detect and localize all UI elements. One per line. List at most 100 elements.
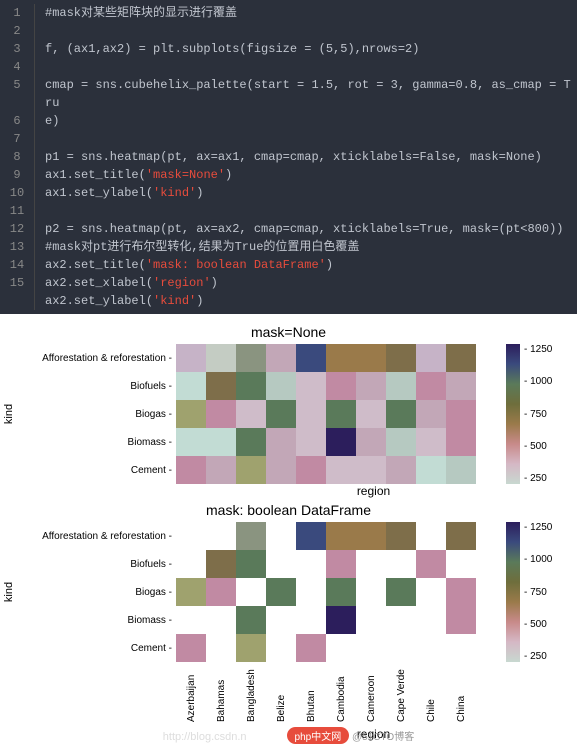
heatmap-cell [296, 550, 326, 578]
heatmap-cell [386, 522, 416, 550]
code-text [35, 202, 577, 220]
line-number: 14 [0, 256, 35, 274]
heatmap-cell [296, 428, 326, 456]
heatmap-cell [386, 606, 416, 634]
watermark-url: http://blog.csdn.n [163, 731, 247, 743]
heatmap-cell [356, 400, 386, 428]
heatmap-cell [236, 400, 266, 428]
code-text: ax1.set_title('mask=None') [35, 166, 577, 184]
heatmap-cell [446, 456, 476, 484]
heatmap-cell [176, 578, 206, 606]
heatmap-cell [416, 634, 446, 662]
heatmap-cell [326, 634, 356, 662]
heatmap-cell [236, 372, 266, 400]
colorbar-tick: - 1000 [524, 554, 552, 565]
heatmap-cell [266, 550, 296, 578]
heatmap-cell [356, 456, 386, 484]
colorbar-tick: - 1250 [524, 522, 552, 533]
heatmap-grid [176, 344, 476, 484]
chart-title: mask=None [2, 320, 575, 344]
heatmap-cell [266, 634, 296, 662]
colorbar-tick: - 500 [524, 441, 552, 452]
colorbar-tick: - 1250 [524, 344, 552, 355]
colorbar-tick: - 250 [524, 651, 552, 662]
heatmap-cell [446, 400, 476, 428]
heatmap-cell [296, 634, 326, 662]
heatmap-cell [206, 344, 236, 372]
code-text: e) [35, 112, 577, 130]
heatmap-cell [176, 428, 206, 456]
heatmap-cell [296, 522, 326, 550]
line-number: 9 [0, 166, 35, 184]
code-text [35, 22, 577, 40]
code-line: 10ax1.set_ylabel('kind') [0, 184, 577, 202]
heatmap-cell [266, 400, 296, 428]
x-axis-label: region [172, 484, 575, 498]
colorbar-tick: - 500 [524, 619, 552, 630]
line-number: 11 [0, 202, 35, 220]
heatmap-cell [446, 522, 476, 550]
heatmap-cell [416, 428, 446, 456]
chart-title: mask: boolean DataFrame [2, 498, 575, 522]
heatmap-cell [386, 634, 416, 662]
heatmap-cell [416, 522, 446, 550]
heatmap-cell [386, 456, 416, 484]
heatmap-cell [326, 400, 356, 428]
heatmap-cell [386, 578, 416, 606]
code-text: cmap = sns.cubehelix_palette(start = 1.5… [35, 76, 577, 112]
heatmap-cell [266, 522, 296, 550]
code-text: ax1.set_ylabel('kind') [35, 184, 577, 202]
heatmap-cell [446, 344, 476, 372]
code-line: 8p1 = sns.heatmap(pt, ax=ax1, cmap=cmap,… [0, 148, 577, 166]
heatmap-cell [206, 428, 236, 456]
code-text [35, 58, 577, 76]
line-number: 13 [0, 238, 35, 256]
code-text: #mask对某些矩阵块的显示进行覆盖 [35, 4, 577, 22]
heatmap-cell [446, 606, 476, 634]
heatmap-cell [446, 428, 476, 456]
heatmap-cell [206, 634, 236, 662]
heatmap-cell [236, 344, 266, 372]
line-number: 1 [0, 4, 35, 22]
heatmap-cell [416, 456, 446, 484]
code-line: 5cmap = sns.cubehelix_palette(start = 1.… [0, 76, 577, 112]
code-block: 1#mask对某些矩阵块的显示进行覆盖23f, (ax1,ax2) = plt.… [0, 0, 577, 314]
heatmap-cell [326, 522, 356, 550]
heatmap-cell [356, 522, 386, 550]
heatmap-grid [176, 522, 476, 662]
line-number: 3 [0, 40, 35, 58]
line-number: 8 [0, 148, 35, 166]
heatmap-cell [236, 550, 266, 578]
y-tick: Biogas - [17, 409, 172, 420]
heatmap-cell [386, 400, 416, 428]
colorbar-tick: - 1000 [524, 376, 552, 387]
line-number: 5 [0, 76, 35, 112]
heatmap-cell [266, 606, 296, 634]
code-text: p1 = sns.heatmap(pt, ax=ax1, cmap=cmap, … [35, 148, 577, 166]
heatmap-cell [356, 606, 386, 634]
heatmap-cell [416, 578, 446, 606]
heatmap-cell [326, 550, 356, 578]
heatmap-cell [446, 578, 476, 606]
x-tick: China [456, 692, 521, 722]
code-line: 14ax2.set_title('mask: boolean DataFrame… [0, 256, 577, 274]
heatmap-cell [296, 578, 326, 606]
heatmap-cell [356, 634, 386, 662]
line-number: 10 [0, 184, 35, 202]
y-axis-label: kind [4, 582, 16, 602]
heatmap-cell [236, 428, 266, 456]
line-number [0, 292, 35, 310]
heatmap-cell [356, 344, 386, 372]
heatmap-cell [236, 456, 266, 484]
heatmap-bottom: mask: boolean DataFramekindAfforestation… [2, 498, 575, 744]
heatmap-cell [206, 550, 236, 578]
heatmap-cell [416, 372, 446, 400]
heatmap-cell [176, 606, 206, 634]
code-text [35, 130, 577, 148]
heatmap-cell [176, 344, 206, 372]
line-number: 7 [0, 130, 35, 148]
heatmap-cell [416, 344, 446, 372]
heatmap-cell [206, 400, 236, 428]
heatmap-cell [206, 456, 236, 484]
heatmap-cell [266, 456, 296, 484]
